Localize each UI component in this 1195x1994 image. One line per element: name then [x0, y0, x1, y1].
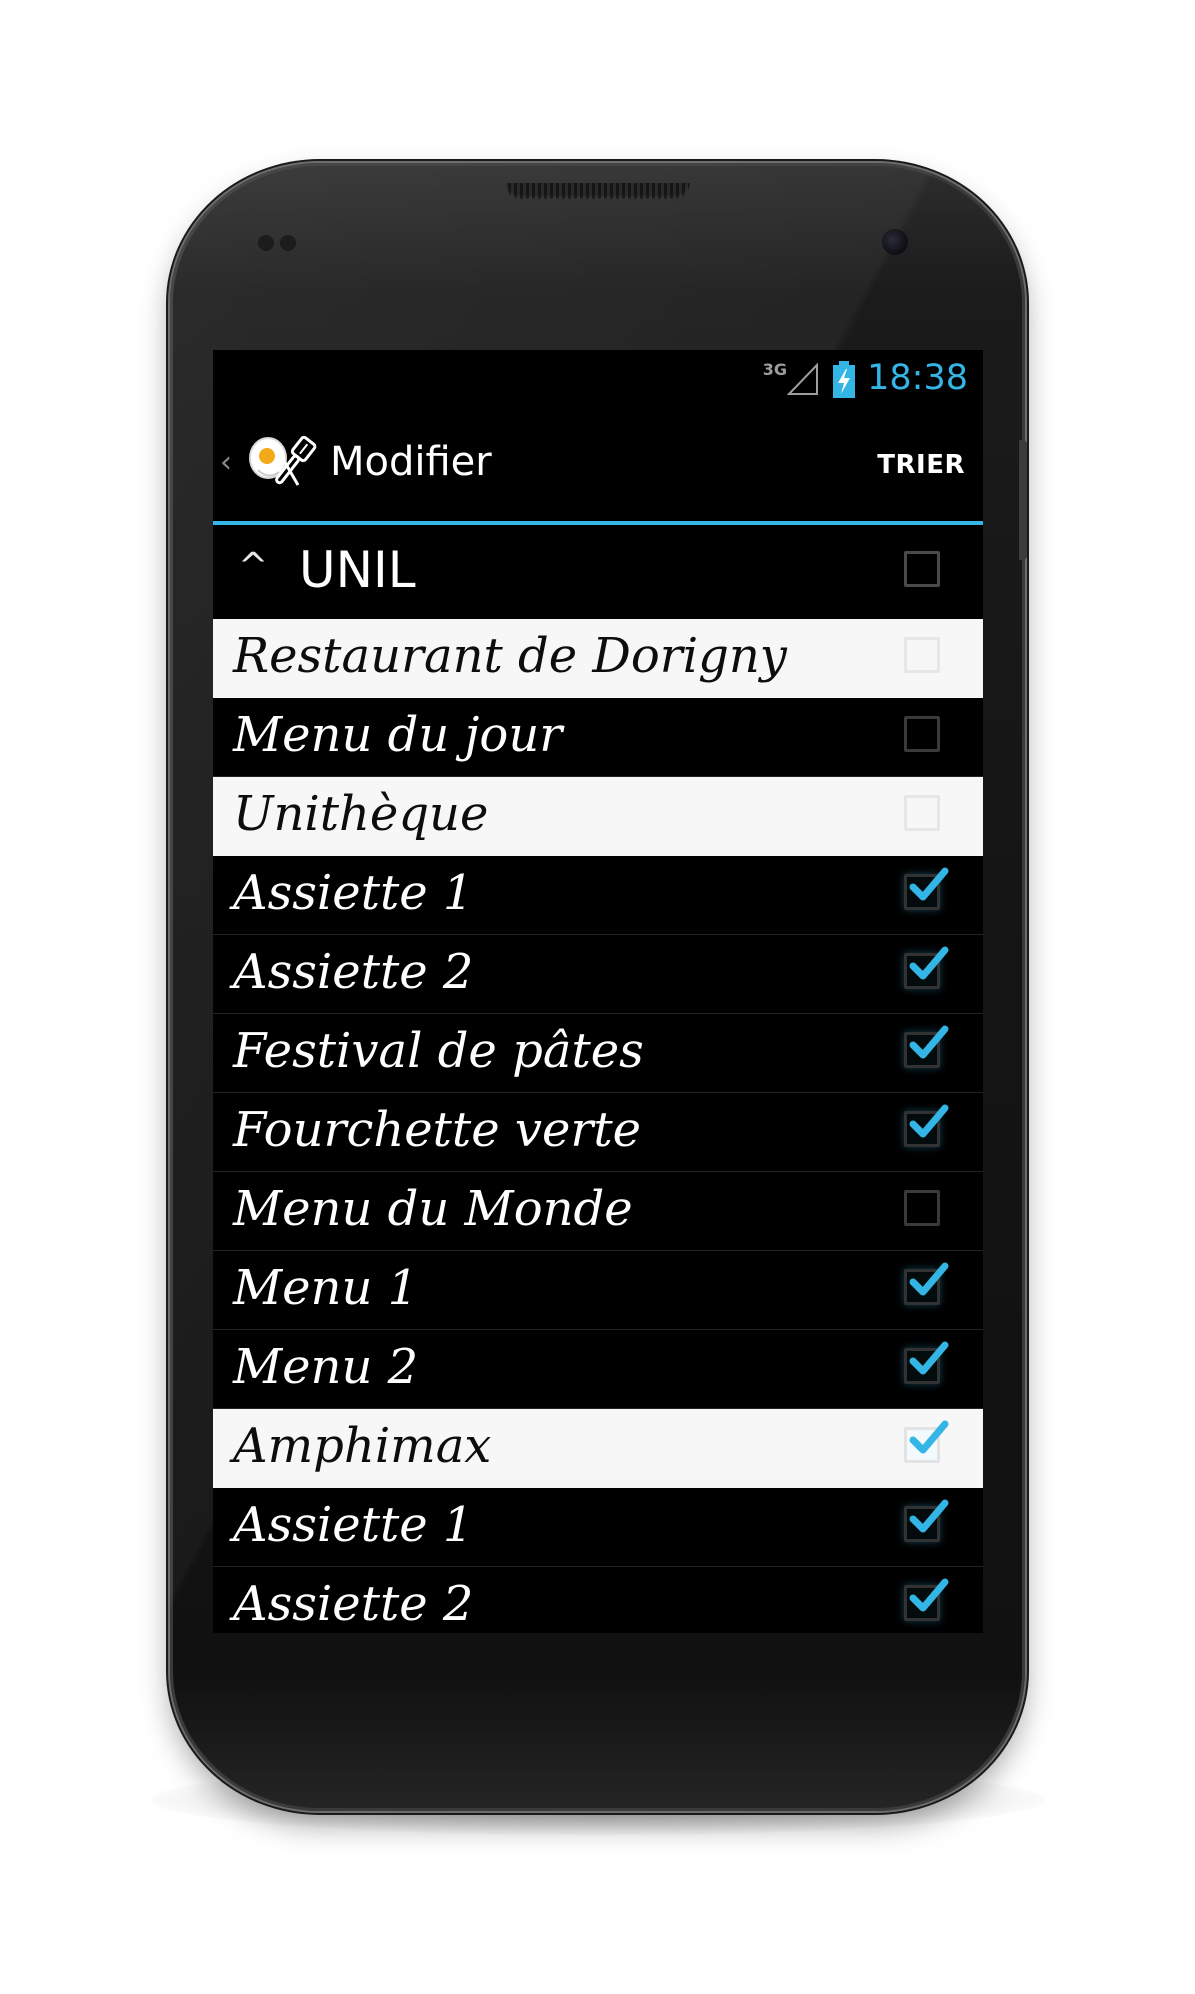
page-title: Modifier [330, 439, 492, 485]
power-button [1019, 440, 1027, 560]
checkmark-icon [909, 1104, 949, 1138]
row-label: Menu 2 [233, 1339, 419, 1395]
signal-strength-icon [787, 362, 818, 395]
row-checkbox[interactable] [904, 1578, 949, 1621]
row-label: Menu du Monde [233, 1181, 633, 1237]
row-checkbox[interactable] [904, 1341, 949, 1384]
rows-container: Restaurant de Dorigny Menu du jour Unithèq… [213, 619, 983, 1633]
row-label: Unithèque [233, 786, 489, 842]
menu-item-row[interactable]: Festival de pâtes [213, 1014, 983, 1093]
row-label: Assiette 1 [233, 1497, 474, 1553]
restaurant-row[interactable]: Unithèque [213, 777, 983, 856]
phone-screen: 3G 18:38 ‹ Modifier TRIER ^ UNIL Restaur… [213, 350, 983, 1633]
menu-item-row[interactable]: Assiette 2 [213, 935, 983, 1014]
menu-item-row[interactable]: Assiette 1 [213, 1488, 983, 1567]
checkmark-icon [909, 1420, 949, 1454]
row-checkbox[interactable] [904, 1499, 949, 1542]
row-checkbox[interactable] [904, 716, 940, 752]
group-header-unil[interactable]: ^ UNIL [213, 525, 983, 619]
group-label: UNIL [299, 541, 416, 599]
row-label: Assiette 2 [233, 1576, 474, 1632]
menu-item-row[interactable]: Menu 1 [213, 1251, 983, 1330]
row-checkbox[interactable] [904, 637, 940, 673]
front-camera [882, 229, 908, 255]
network-type-label: 3G [762, 360, 787, 379]
sort-button[interactable]: TRIER [877, 450, 965, 480]
restaurant-row[interactable]: Restaurant de Dorigny [213, 619, 983, 698]
menu-item-row[interactable]: Menu 2 [213, 1330, 983, 1409]
row-label: Restaurant de Dorigny [233, 628, 787, 684]
checkmark-icon [909, 1341, 949, 1375]
clock: 18:38 [867, 358, 968, 398]
row-checkbox[interactable] [904, 1262, 949, 1305]
menu-item-row[interactable]: Menu du jour [213, 698, 983, 777]
restaurant-row[interactable]: Amphimax [213, 1409, 983, 1488]
row-checkbox[interactable] [904, 1190, 940, 1226]
chevron-left-icon[interactable]: ‹ [220, 445, 232, 480]
group-checkbox[interactable] [904, 551, 940, 587]
menu-item-row[interactable]: Menu du Monde [213, 1172, 983, 1251]
battery-charging-icon [833, 361, 855, 398]
row-label: Assiette 1 [233, 865, 474, 921]
row-label: Festival de pâtes [233, 1023, 644, 1079]
earpiece-speaker [505, 183, 690, 199]
row-label: Menu du jour [233, 707, 563, 763]
menu-list: ^ UNIL Restaurant de Dorigny Menu du jour… [213, 525, 983, 1633]
chevron-up-icon[interactable]: ^ [238, 546, 268, 587]
row-checkbox[interactable] [904, 795, 940, 831]
row-label: Amphimax [233, 1418, 492, 1474]
menu-item-row[interactable]: Fourchette verte [213, 1093, 983, 1172]
row-label: Assiette 2 [233, 944, 474, 1000]
menu-item-row[interactable]: Assiette 2 [213, 1567, 983, 1633]
row-checkbox[interactable] [904, 1420, 949, 1463]
row-checkbox[interactable] [904, 1104, 949, 1147]
checkmark-icon [909, 1499, 949, 1533]
menu-item-row[interactable]: Assiette 1 [213, 856, 983, 935]
row-checkbox[interactable] [904, 946, 949, 989]
row-checkbox[interactable] [904, 1025, 949, 1068]
checkmark-icon [909, 1578, 949, 1612]
action-bar: ‹ Modifier TRIER [213, 412, 983, 525]
proximity-sensors [258, 235, 308, 251]
checkmark-icon [909, 1262, 949, 1296]
checkmark-icon [909, 867, 949, 901]
checkmark-icon [909, 946, 949, 980]
row-label: Menu 1 [233, 1260, 419, 1316]
device-mockup-stage: 3G 18:38 ‹ Modifier TRIER ^ UNIL Restaur… [0, 0, 1195, 1994]
row-checkbox[interactable] [904, 867, 949, 910]
row-label: Fourchette verte [233, 1102, 642, 1158]
status-bar: 3G 18:38 [213, 350, 983, 412]
fried-egg-and-spatula-icon[interactable] [243, 430, 319, 496]
checkmark-icon [909, 1025, 949, 1059]
